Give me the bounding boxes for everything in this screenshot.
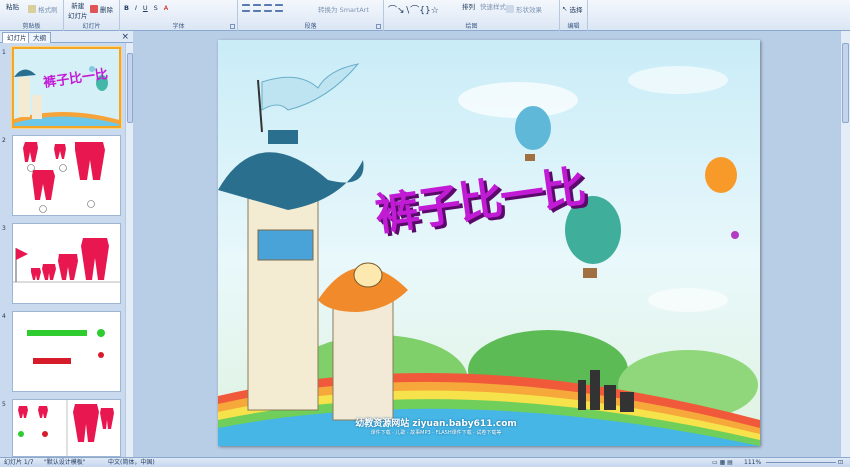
quick-styles-label: 快速样式 <box>480 3 506 11</box>
slide-thumbnail-3[interactable] <box>12 223 121 304</box>
slide-number: 4 <box>2 313 6 320</box>
cursor-icon: ↖ <box>562 5 568 13</box>
vertical-scrollbar-thumb[interactable] <box>842 43 849 123</box>
current-slide[interactable]: 裤子比一比 幼教资源网站 ziyuan.baby611.com 课件下载 · 儿… <box>218 40 760 446</box>
align-buttons[interactable] <box>242 4 283 12</box>
panel-scrollbar[interactable] <box>125 43 133 457</box>
slide-thumbnail-5[interactable] <box>12 399 121 457</box>
thumb5-art <box>18 400 114 456</box>
arrange-button[interactable]: 排列 <box>462 1 475 11</box>
paste-label: 粘贴 <box>6 3 19 11</box>
slides-group-label: 幻灯片 <box>82 23 101 30</box>
slide-thumbnail-4[interactable] <box>12 311 121 392</box>
paragraph-dialog-launcher[interactable] <box>376 24 381 29</box>
paste-button[interactable]: 粘贴 <box>6 1 19 11</box>
language-status[interactable]: 中文(简体，中国) <box>108 458 155 467</box>
thumb1-art: 裤子比一比 <box>14 49 119 126</box>
paragraph-group-label: 段落 <box>304 23 317 30</box>
paragraph-group: 转换为 SmartArt 段落 <box>238 0 384 31</box>
smartart-label: 转换为 SmartArt <box>318 6 369 14</box>
select-button[interactable]: ↖ 选择 <box>562 4 582 14</box>
thumb3-art <box>13 238 120 283</box>
format-painter-label: 格式刷 <box>38 6 58 14</box>
underline-icon[interactable]: U <box>143 4 148 12</box>
quick-styles-button[interactable]: 快速样式 <box>480 1 506 11</box>
view-buttons[interactable]: ▭ ▦ ▤ <box>712 458 733 467</box>
slide-background-art <box>218 63 760 446</box>
slide-editing-area: 裤子比一比 幼教资源网站 ziyuan.baby611.com 课件下载 · 儿… <box>134 31 840 457</box>
align-left-icon[interactable] <box>242 4 250 12</box>
site-footer-text: 幼教资源网站 ziyuan.baby611.com <box>355 419 517 429</box>
font-color-icon[interactable]: A <box>164 4 168 12</box>
clipboard-group: 粘贴 格式刷 剪贴板 <box>0 0 64 31</box>
strike-icon[interactable]: S <box>154 4 158 12</box>
clipboard-group-label: 剪贴板 <box>22 23 41 30</box>
slides-group: 新建 幻灯片 删除 幻灯片 <box>64 0 120 31</box>
slide-count-status: 幻灯片 1/7 <box>4 459 34 466</box>
shape-effects-button[interactable]: 形状效果 <box>506 4 542 14</box>
slide-number: 5 <box>2 401 6 408</box>
slide-thumbnail-2[interactable] <box>12 135 121 216</box>
delete-icon <box>90 5 98 13</box>
effects-icon <box>506 5 514 13</box>
shape-effects-label: 形状效果 <box>516 6 542 14</box>
shapes-icon: ⌒↘∖⌒{}☆ <box>388 6 439 16</box>
new-slide-label: 新建 <box>71 2 85 10</box>
tab-outline[interactable]: 大纲 <box>28 32 51 43</box>
close-panel-icon[interactable]: × <box>121 31 129 43</box>
bold-icon[interactable]: B <box>124 4 129 12</box>
slide-number: 3 <box>2 225 6 232</box>
drawing-group-label: 绘图 <box>465 23 478 30</box>
font-dialog-launcher[interactable] <box>230 24 235 29</box>
ribbon: 粘贴 格式刷 剪贴板 新建 幻灯片 删除 幻灯片 BIUSA 字体 转换为 Sm… <box>0 0 850 31</box>
thumb4-art <box>27 329 105 364</box>
site-footer-subtext: 课件下载 · 儿歌 · 故事MP3 · FLASH课件下载 · 试卷下载等 <box>370 430 502 436</box>
italic-icon[interactable]: I <box>135 4 137 12</box>
theme-status: "默认设计模板" <box>44 459 86 466</box>
slide-number: 1 <box>2 49 6 56</box>
delete-slide-button[interactable]: 删除 <box>90 4 113 14</box>
thumb2-art <box>23 142 105 213</box>
editing-group-label: 编辑 <box>567 23 580 30</box>
new-slide-label-2: 幻灯片 <box>68 12 88 20</box>
arrange-label: 排列 <box>462 3 475 11</box>
delete-label: 删除 <box>100 6 113 14</box>
fit-slide-icon[interactable]: ⊡ <box>838 458 843 467</box>
slide-thumbnail-1[interactable]: 裤子比一比 <box>12 47 121 128</box>
select-label: 选择 <box>569 6 583 14</box>
drawing-group: ⌒↘∖⌒{}☆ 排列 快速样式 形状效果 绘图 <box>384 0 560 31</box>
font-group: BIUSA 字体 <box>120 0 238 31</box>
zoom-slider[interactable] <box>766 462 836 463</box>
editing-group: ↖ 选择 编辑 <box>560 0 588 31</box>
new-slide-button[interactable]: 新建 幻灯片 <box>68 0 88 20</box>
slide-number: 2 <box>2 137 6 144</box>
font-group-label: 字体 <box>172 23 185 30</box>
status-bar: 幻灯片 1/7 "默认设计模板" 中文(简体，中国) ▭ ▦ ▤ 111% ⊡ <box>0 457 850 467</box>
align-right-icon[interactable] <box>264 4 272 12</box>
slides-panel: 幻灯片 大纲 × 1 裤子比一比 2 3 4 5 <box>0 31 133 457</box>
vertical-scrollbar[interactable] <box>840 31 850 457</box>
zoom-level[interactable]: 111% <box>744 458 761 467</box>
shapes-gallery[interactable]: ⌒↘∖⌒{}☆ <box>388 3 439 16</box>
brush-icon <box>28 5 36 13</box>
align-center-icon[interactable] <box>253 4 261 12</box>
justify-icon[interactable] <box>275 4 283 12</box>
font-format-buttons[interactable]: BIUSA <box>124 4 168 12</box>
panel-scrollbar-thumb[interactable] <box>127 53 133 123</box>
panel-tabs: 幻灯片 大纲 × <box>0 31 133 43</box>
smartart-button[interactable]: 转换为 SmartArt <box>318 4 369 14</box>
format-painter-button[interactable]: 格式刷 <box>28 4 58 14</box>
